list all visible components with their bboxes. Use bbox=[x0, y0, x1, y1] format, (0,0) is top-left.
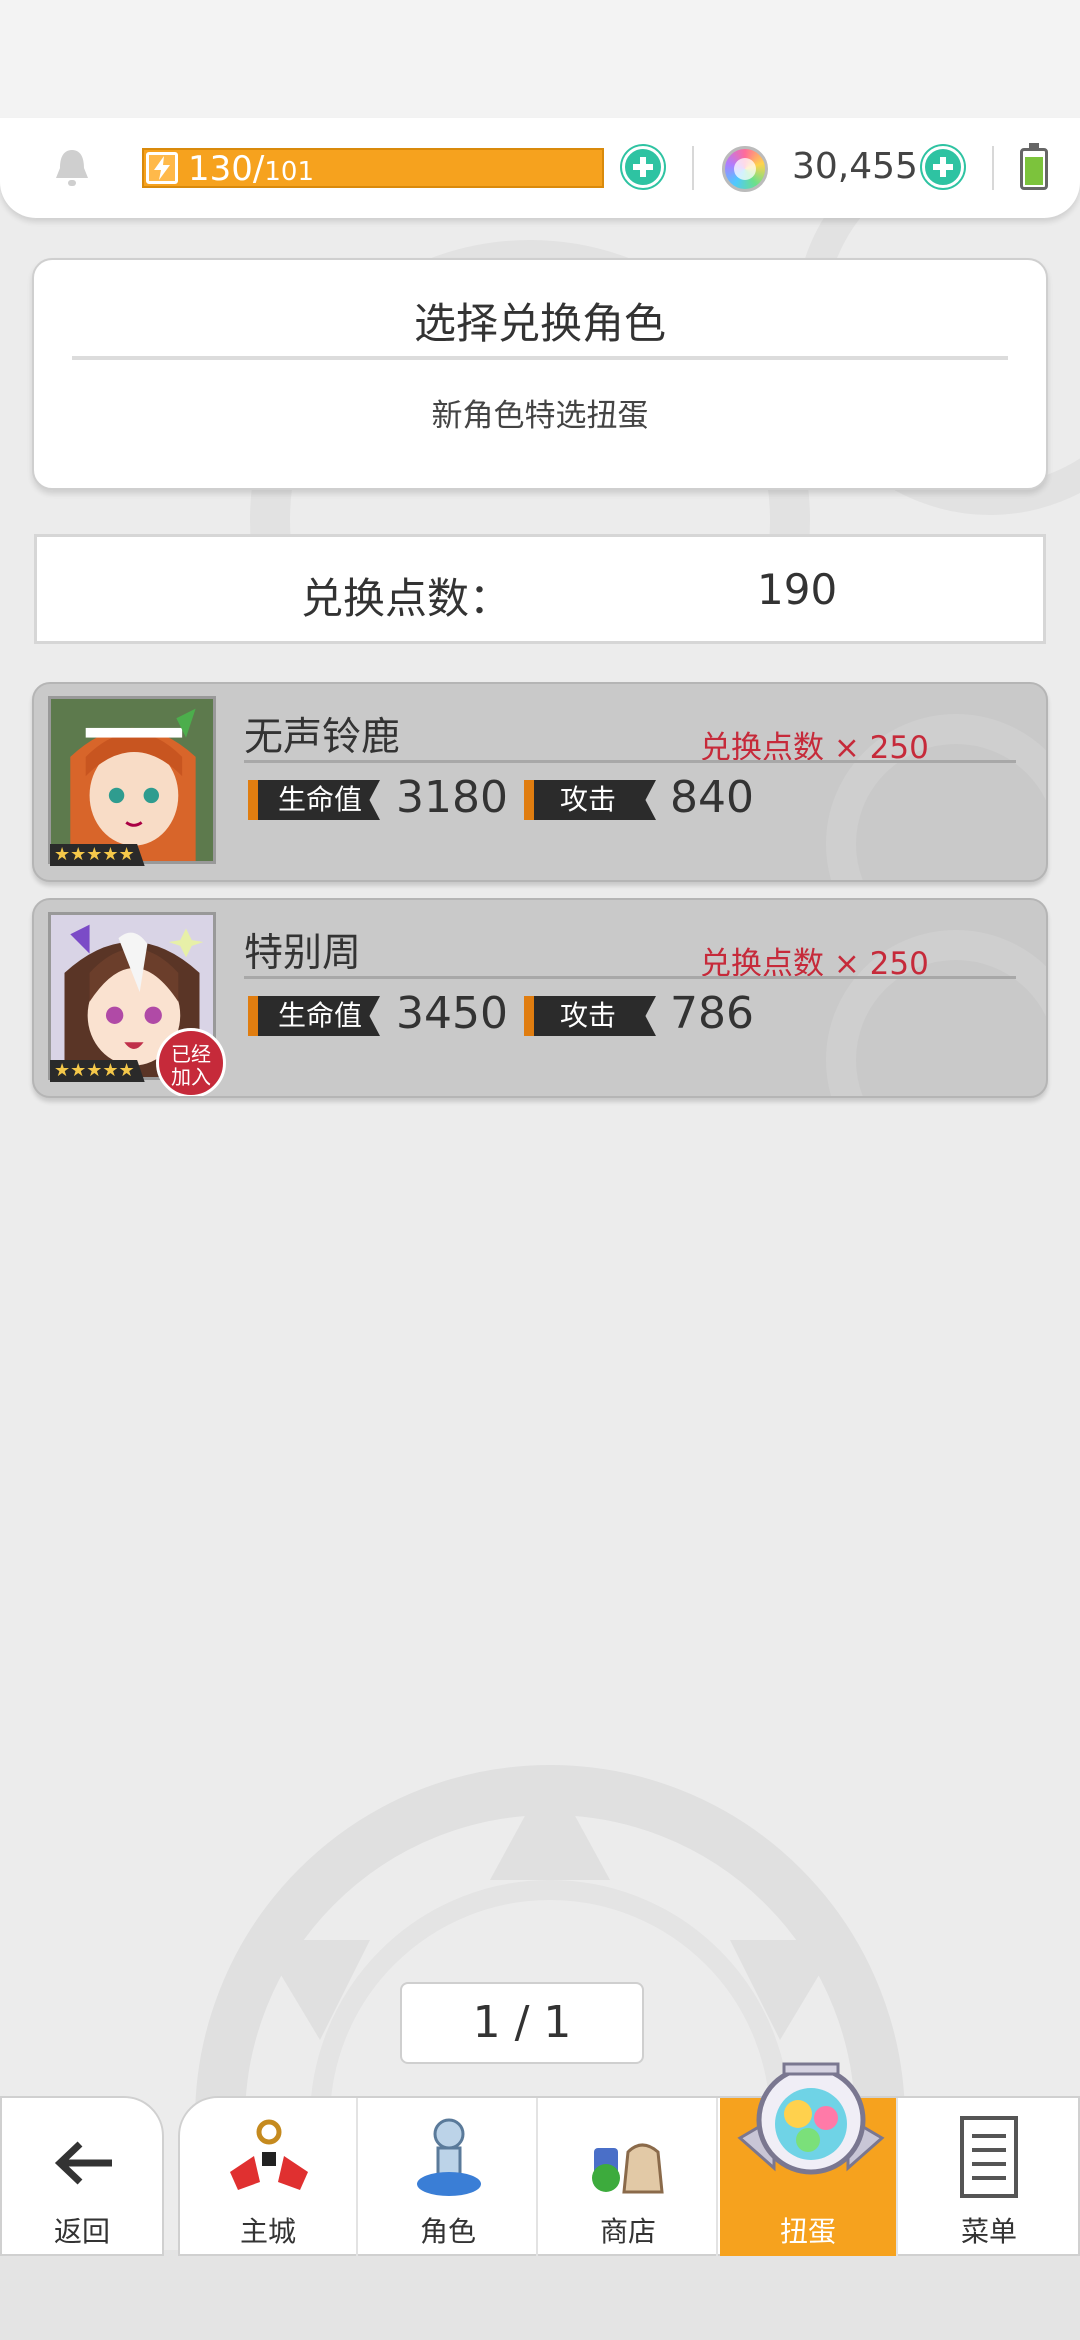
nav-shop-label: 商店 bbox=[599, 2215, 656, 2248]
stamina-current: 130 bbox=[188, 149, 253, 189]
title-card: 选择兑换角色 新角色特选扭蛋 bbox=[32, 258, 1048, 490]
lightning-icon bbox=[146, 152, 178, 184]
add-stamina-button[interactable] bbox=[622, 146, 664, 188]
name-divider bbox=[244, 976, 1016, 979]
stamina-max: 101 bbox=[264, 157, 315, 187]
character-card[interactable]: ★★★★★ 已经 加入 特别周 兑换点数 × 250 生命值 3450 攻击 7… bbox=[32, 898, 1048, 1098]
nav-character[interactable]: 角色 bbox=[360, 2098, 538, 2256]
nav-menu-label: 菜单 bbox=[960, 2215, 1017, 2248]
battery-icon bbox=[1020, 143, 1048, 190]
attack-value: 786 bbox=[670, 988, 754, 1039]
nav-shop[interactable]: 商店 bbox=[540, 2098, 718, 2256]
stamina-value: 130/101 bbox=[188, 150, 314, 194]
character-name: 特别周 bbox=[244, 931, 362, 976]
page-indicator: 1 / 1 bbox=[400, 1982, 644, 2064]
exchange-points-label: 兑换点数： bbox=[301, 574, 512, 623]
castle-icon bbox=[230, 2119, 308, 2190]
stamina-bar: 130/101 bbox=[142, 148, 604, 188]
attack-label: 攻击 bbox=[524, 780, 656, 820]
page-title: 选择兑换角色 bbox=[413, 299, 666, 348]
hp-label: 生命值 bbox=[248, 996, 380, 1036]
back-label: 返回 bbox=[53, 2215, 110, 2248]
nav-castle[interactable]: 主城 bbox=[180, 2098, 358, 2256]
back-arrow-icon bbox=[54, 2141, 112, 2185]
joined-badge-line2: 加入 bbox=[171, 1065, 211, 1089]
title-divider bbox=[72, 356, 1008, 360]
joined-badge: 已经 加入 bbox=[156, 1028, 226, 1096]
status-area bbox=[0, 0, 1080, 120]
hp-label: 生命值 bbox=[248, 780, 380, 820]
shop-icon bbox=[592, 2143, 664, 2194]
gem-icon bbox=[722, 146, 768, 192]
nav-character-label: 角色 bbox=[419, 2215, 476, 2248]
attack-value: 840 bbox=[670, 772, 754, 823]
exchange-points-value: 190 bbox=[757, 565, 838, 614]
divider bbox=[692, 146, 694, 190]
nav-gacha-label: 扭蛋 bbox=[779, 2215, 836, 2248]
nav-menu[interactable]: 菜单 bbox=[900, 2098, 1078, 2256]
character-portrait bbox=[48, 696, 216, 864]
joined-badge-line1: 已经 bbox=[171, 1042, 211, 1066]
menu-icon bbox=[960, 2116, 1018, 2198]
rarity-stars: ★★★★★ bbox=[50, 1060, 145, 1082]
exchange-points-panel: 兑换点数： 190 bbox=[34, 534, 1046, 644]
character-name: 无声铃鹿 bbox=[244, 715, 401, 760]
bottom-nav: 主城 角色 商店 扭蛋 菜单 bbox=[178, 2096, 1080, 2256]
nav-castle-label: 主城 bbox=[239, 2215, 296, 2248]
character-icon bbox=[417, 2118, 481, 2196]
page-subtitle: 新角色特选扭蛋 bbox=[431, 398, 649, 434]
hp-value: 3180 bbox=[396, 772, 508, 823]
resource-bar: 130/101 30,455 bbox=[0, 118, 1080, 218]
hp-value: 3450 bbox=[396, 988, 508, 1039]
bell-icon[interactable] bbox=[52, 146, 92, 190]
stamina-separator: / bbox=[252, 149, 265, 189]
character-card[interactable]: ★★★★★ 无声铃鹿 兑换点数 × 250 生命值 3180 攻击 840 bbox=[32, 682, 1048, 882]
back-button[interactable]: 返回 bbox=[0, 2096, 164, 2256]
rarity-stars: ★★★★★ bbox=[50, 844, 145, 866]
name-divider bbox=[244, 760, 1016, 763]
gacha-icon bbox=[737, 2062, 885, 2175]
divider bbox=[992, 146, 994, 190]
add-gems-button[interactable] bbox=[922, 146, 964, 188]
gem-count: 30,455 bbox=[792, 146, 918, 187]
attack-label: 攻击 bbox=[524, 996, 656, 1036]
bottom-strip bbox=[0, 2250, 1080, 2340]
